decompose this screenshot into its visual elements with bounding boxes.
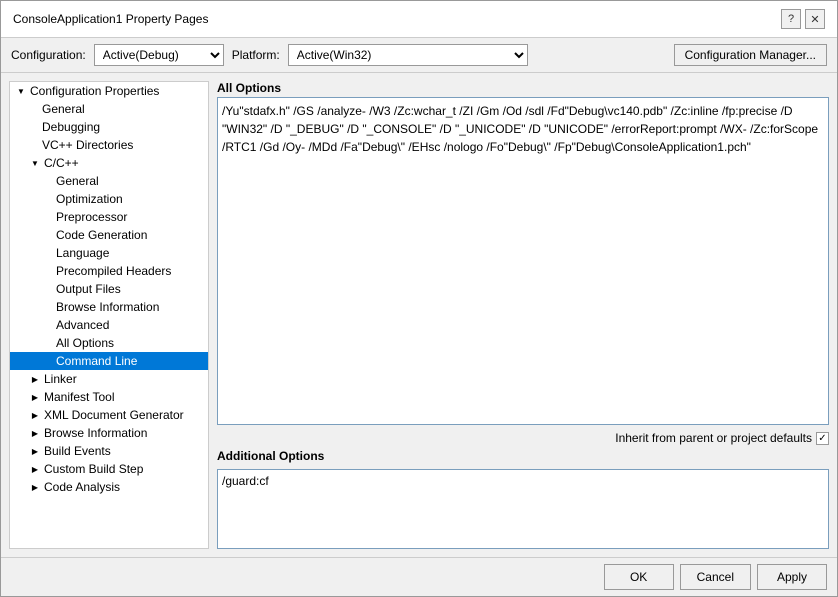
tree-item-build-events[interactable]: ▶Build Events [10, 442, 208, 460]
tree-item-label: Preprocessor [56, 210, 204, 224]
config-label: Configuration: [11, 48, 86, 62]
additional-options-box[interactable]: /guard:cf [217, 469, 829, 549]
tree-item-preprocessor[interactable]: Preprocessor [10, 208, 208, 226]
close-button[interactable]: ✕ [805, 9, 825, 29]
right-panel: All Options /Yu"stdafx.h" /GS /analyze- … [217, 81, 829, 549]
tree-item-c-cpp[interactable]: ▼C/C++ [10, 154, 208, 172]
tree-item-vc-directories[interactable]: VC++ Directories [10, 136, 208, 154]
additional-options-section: Inherit from parent or project defaults … [217, 431, 829, 549]
all-options-section: All Options /Yu"stdafx.h" /GS /analyze- … [217, 81, 829, 425]
tree-item-label: Linker [44, 372, 204, 386]
tree-item-all-options[interactable]: All Options [10, 334, 208, 352]
all-options-box[interactable]: /Yu"stdafx.h" /GS /analyze- /W3 /Zc:wcha… [217, 97, 829, 425]
tree-item-code-generation[interactable]: Code Generation [10, 226, 208, 244]
bottom-buttons: OK Cancel Apply [1, 557, 837, 596]
tree-item-label: All Options [56, 336, 204, 350]
tree-item-label: Configuration Properties [30, 84, 204, 98]
tree-item-label: VC++ Directories [42, 138, 204, 152]
tree-item-optimization[interactable]: Optimization [10, 190, 208, 208]
expand-icon: ▶ [28, 390, 42, 404]
tree-item-code-analysis[interactable]: ▶Code Analysis [10, 478, 208, 496]
tree-item-command-line[interactable]: Command Line [10, 352, 208, 370]
tree-item-label: Browse Information [56, 300, 204, 314]
config-manager-button[interactable]: Configuration Manager... [674, 44, 827, 66]
expand-icon: ▶ [28, 408, 42, 422]
tree-item-label: Language [56, 246, 204, 260]
expand-icon: ▼ [14, 84, 28, 98]
dialog: ConsoleApplication1 Property Pages ? ✕ C… [0, 0, 838, 597]
tree-item-language[interactable]: Language [10, 244, 208, 262]
tree-item-label: XML Document Generator [44, 408, 204, 422]
cancel-button[interactable]: Cancel [680, 564, 751, 590]
expand-icon: ▶ [28, 480, 42, 494]
expand-icon: ▼ [28, 156, 42, 170]
additional-options-label: Additional Options [217, 449, 829, 463]
ok-button[interactable]: OK [604, 564, 674, 590]
tree-item-manifest-tool[interactable]: ▶Manifest Tool [10, 388, 208, 406]
tree-item-label: Browse Information [44, 426, 204, 440]
tree-item-label: C/C++ [44, 156, 204, 170]
platform-label: Platform: [232, 48, 280, 62]
main-content: ▼Configuration PropertiesGeneralDebuggin… [1, 73, 837, 557]
tree-item-label: Precompiled Headers [56, 264, 204, 278]
tree-item-configuration-properties[interactable]: ▼Configuration Properties [10, 82, 208, 100]
tree-item-browse-information[interactable]: ▶Browse Information [10, 424, 208, 442]
tree-item-label: Code Generation [56, 228, 204, 242]
inherit-row: Inherit from parent or project defaults … [217, 431, 829, 445]
title-bar: ConsoleApplication1 Property Pages ? ✕ [1, 1, 837, 38]
tree-item-custom-build-step[interactable]: ▶Custom Build Step [10, 460, 208, 478]
all-options-label: All Options [217, 81, 829, 95]
tree-item-label: General [42, 102, 204, 116]
config-dropdown[interactable]: Active(Debug) [94, 44, 224, 66]
platform-dropdown[interactable]: Active(Win32) [288, 44, 528, 66]
inherit-label: Inherit from parent or project defaults [615, 431, 812, 445]
tree-item-label: Manifest Tool [44, 390, 204, 404]
tree-item-label: General [56, 174, 204, 188]
tree-item-linker[interactable]: ▶Linker [10, 370, 208, 388]
config-row: Configuration: Active(Debug) Platform: A… [1, 38, 837, 73]
tree-item-output-files[interactable]: Output Files [10, 280, 208, 298]
apply-button[interactable]: Apply [757, 564, 827, 590]
tree-item-label: Debugging [42, 120, 204, 134]
tree-item-label: Optimization [56, 192, 204, 206]
expand-icon: ▶ [28, 426, 42, 440]
tree-item-label: Build Events [44, 444, 204, 458]
expand-icon: ▶ [28, 444, 42, 458]
expand-icon: ▶ [28, 462, 42, 476]
tree-item-label: Command Line [56, 354, 204, 368]
help-button[interactable]: ? [781, 9, 801, 29]
tree-item-label: Code Analysis [44, 480, 204, 494]
left-panel: ▼Configuration PropertiesGeneralDebuggin… [9, 81, 209, 549]
tree-item-advanced-cc[interactable]: Advanced [10, 316, 208, 334]
tree-item-label: Output Files [56, 282, 204, 296]
tree-item-label: Custom Build Step [44, 462, 204, 476]
dialog-title: ConsoleApplication1 Property Pages [13, 12, 208, 26]
title-bar-buttons: ? ✕ [781, 9, 825, 29]
tree-item-cc-general[interactable]: General [10, 172, 208, 190]
tree-item-browse-information-cc[interactable]: Browse Information [10, 298, 208, 316]
tree-item-precompiled-headers[interactable]: Precompiled Headers [10, 262, 208, 280]
tree-item-xml-document-generator[interactable]: ▶XML Document Generator [10, 406, 208, 424]
inherit-checkbox[interactable]: ✓ [816, 432, 829, 445]
tree-item-label: Advanced [56, 318, 204, 332]
tree-item-general[interactable]: General [10, 100, 208, 118]
tree-item-debugging[interactable]: Debugging [10, 118, 208, 136]
expand-icon: ▶ [28, 372, 42, 386]
